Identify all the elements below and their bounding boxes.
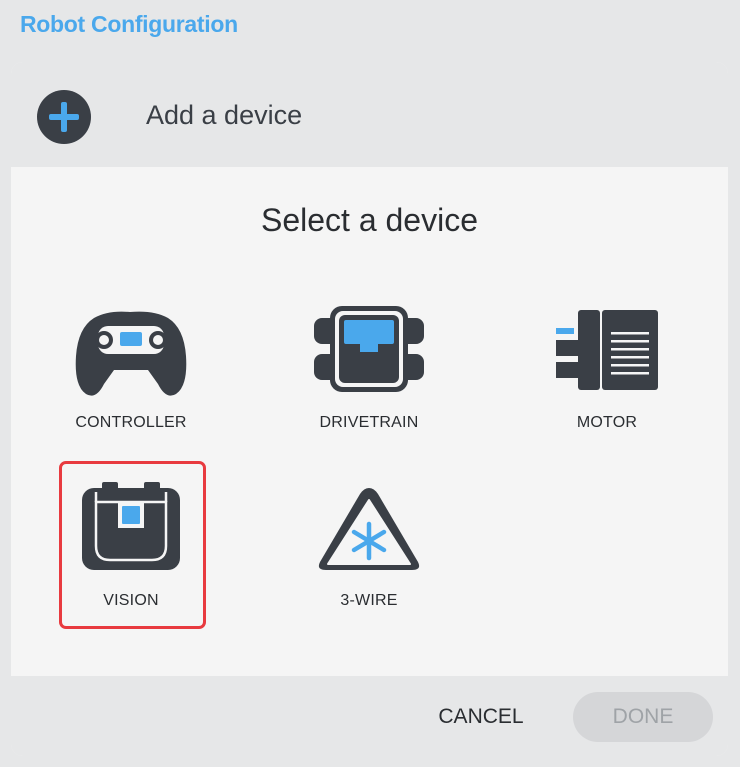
device-label: MOTOR (576, 414, 638, 431)
cancel-button[interactable]: CANCEL (421, 700, 541, 734)
add-device-dialog: Add a device Select a device CONTROLLER (11, 62, 728, 756)
three-wire-icon (318, 488, 420, 570)
controller-icon (75, 311, 187, 396)
add-device-button[interactable] (37, 90, 91, 144)
device-label: DRIVETRAIN (319, 414, 419, 431)
dialog-footer: CANCEL DONE (11, 676, 728, 756)
device-label: CONTROLLER (75, 414, 187, 431)
select-title: Select a device (260, 202, 478, 238)
app-title: Robot Configuration (20, 11, 238, 37)
vision-icon (82, 482, 180, 570)
plus-icon (49, 102, 79, 132)
device-label: VISION (103, 592, 159, 609)
header-text: Add a device (146, 100, 303, 130)
device-vision[interactable]: VISION (57, 476, 205, 636)
device-label: 3-WIRE (340, 592, 398, 609)
device-3-wire[interactable]: 3-WIRE (295, 476, 443, 636)
device-controller[interactable]: CONTROLLER (57, 300, 205, 460)
device-drivetrain[interactable]: DRIVETRAIN (295, 300, 443, 460)
motor-icon (556, 310, 658, 390)
drivetrain-icon (314, 306, 424, 392)
done-button[interactable]: DONE (573, 692, 713, 742)
dialog-header: Add a device (11, 62, 728, 167)
device-motor[interactable]: MOTOR (533, 300, 681, 460)
